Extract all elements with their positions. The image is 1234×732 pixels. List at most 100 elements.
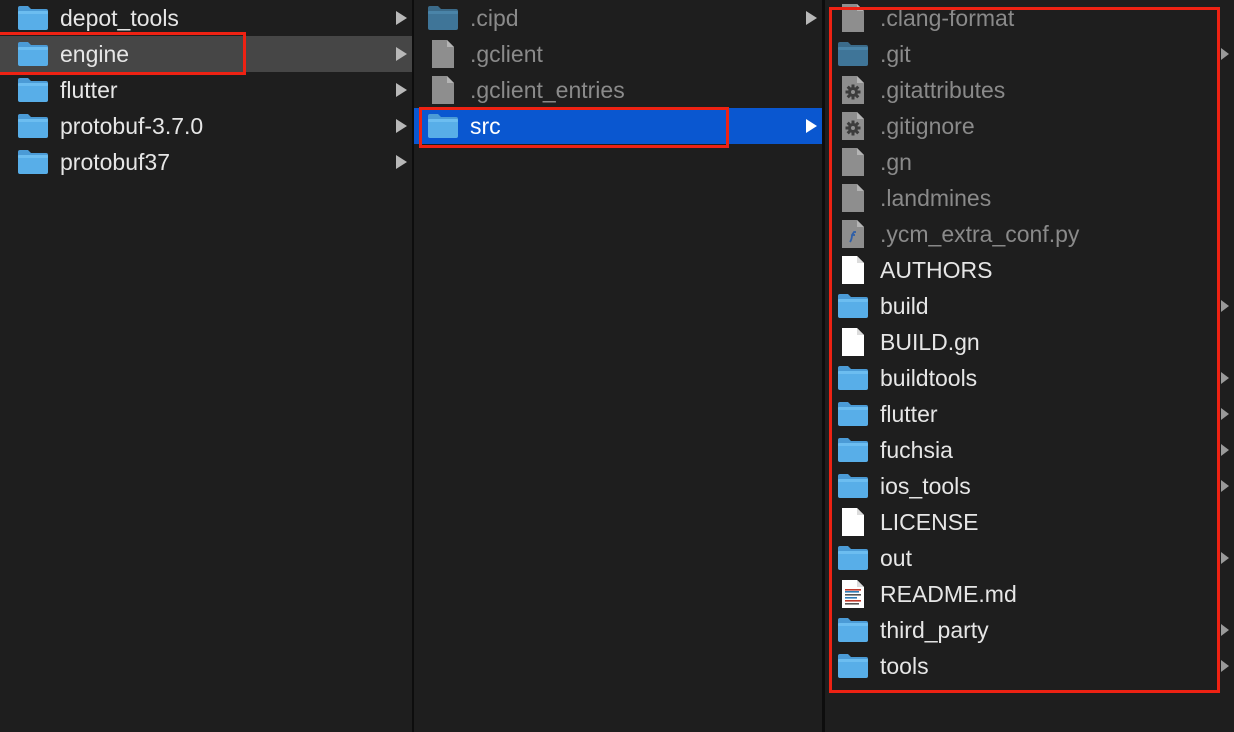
item-name: .ycm_extra_conf.py [880, 220, 1080, 247]
document-icon [427, 40, 459, 68]
file-row[interactable]: LICENSE [825, 504, 1234, 540]
item-name: LICENSE [880, 508, 979, 535]
disclosure-arrow-icon[interactable] [396, 119, 407, 133]
file-row[interactable]: .gitattributes [825, 72, 1234, 108]
item-name: .gclient [470, 40, 543, 67]
document-icon [837, 256, 869, 284]
file-row[interactable]: .gitignore [825, 108, 1234, 144]
folder-row[interactable]: third_party [825, 612, 1234, 648]
disclosure-arrow-icon[interactable] [1221, 480, 1229, 492]
folder-row[interactable]: build [825, 288, 1234, 324]
document-icon [837, 148, 869, 176]
file-row[interactable]: .ycm_extra_conf.py [825, 216, 1234, 252]
folder-row[interactable]: engine [0, 36, 412, 72]
item-name: build [880, 292, 929, 319]
folder-icon [427, 4, 459, 32]
folder-icon [17, 4, 49, 32]
document-icon [837, 184, 869, 212]
disclosure-arrow-icon[interactable] [1221, 552, 1229, 564]
disclosure-arrow-icon[interactable] [396, 155, 407, 169]
item-name: ios_tools [880, 472, 971, 499]
item-name: buildtools [880, 364, 978, 391]
file-row[interactable]: .landmines [825, 180, 1234, 216]
item-name: BUILD.gn [880, 328, 980, 355]
item-name: fuchsia [880, 436, 953, 463]
settings-file-icon [837, 76, 869, 104]
disclosure-arrow-icon[interactable] [1221, 300, 1229, 312]
file-row[interactable]: BUILD.gn [825, 324, 1234, 360]
disclosure-arrow-icon[interactable] [396, 11, 407, 25]
item-name: tools [880, 652, 929, 679]
disclosure-arrow-icon[interactable] [1221, 372, 1229, 384]
folder-icon [17, 148, 49, 176]
document-icon [427, 76, 459, 104]
item-name: depot_tools [60, 4, 179, 31]
document-icon [837, 328, 869, 356]
folder-row[interactable]: ios_tools [825, 468, 1234, 504]
file-row[interactable]: AUTHORS [825, 252, 1234, 288]
item-name: src [470, 112, 501, 139]
folder-icon [837, 40, 869, 68]
folder-row[interactable]: .git [825, 36, 1234, 72]
item-name: .clang-format [880, 4, 1015, 31]
disclosure-arrow-icon[interactable] [1221, 48, 1229, 60]
item-name: protobuf37 [60, 148, 170, 175]
folder-icon [837, 364, 869, 392]
item-name: README.md [880, 580, 1017, 607]
folder-icon [837, 436, 869, 464]
folder-row[interactable]: protobuf37 [0, 144, 412, 180]
folder-icon [837, 400, 869, 428]
python-file-icon [837, 220, 869, 248]
folder-row[interactable]: fuchsia [825, 432, 1234, 468]
folder-icon [837, 652, 869, 680]
disclosure-arrow-icon[interactable] [1221, 408, 1229, 420]
folder-row[interactable]: flutter [0, 72, 412, 108]
disclosure-arrow-icon[interactable] [806, 119, 817, 133]
document-icon [837, 4, 869, 32]
finder-column-browser: depot_toolsengine flutter protobuf-3.7.0 pr… [0, 0, 1234, 732]
folder-row[interactable]: .cipd [414, 0, 822, 36]
folder-icon [17, 112, 49, 140]
column-2[interactable]: .cipd .gclient .gclient_entriessrc [414, 0, 822, 732]
folder-row[interactable]: tools [825, 648, 1234, 684]
disclosure-arrow-icon[interactable] [396, 83, 407, 97]
item-name: .landmines [880, 184, 992, 211]
file-row[interactable]: .clang-format [825, 0, 1234, 36]
folder-icon [837, 292, 869, 320]
item-name: engine [60, 40, 130, 67]
item-name: .git [880, 40, 911, 67]
disclosure-arrow-icon[interactable] [396, 47, 407, 61]
file-row[interactable]: .gclient_entries [414, 72, 822, 108]
folder-icon [837, 544, 869, 572]
item-name: flutter [880, 400, 938, 427]
folder-icon [17, 40, 49, 68]
folder-icon [837, 616, 869, 644]
folder-row[interactable]: buildtools [825, 360, 1234, 396]
item-name: out [880, 544, 912, 571]
folder-icon [837, 472, 869, 500]
item-name: .cipd [470, 4, 519, 31]
file-row[interactable]: .gn [825, 144, 1234, 180]
folder-icon [17, 76, 49, 104]
folder-row[interactable]: flutter [825, 396, 1234, 432]
disclosure-arrow-icon[interactable] [1221, 444, 1229, 456]
file-row[interactable]: .gclient [414, 36, 822, 72]
item-name: .gn [880, 148, 912, 175]
settings-file-icon [837, 112, 869, 140]
disclosure-arrow-icon[interactable] [806, 11, 817, 25]
column-1[interactable]: depot_toolsengine flutter protobuf-3.7.0 pr… [0, 0, 412, 732]
folder-row[interactable]: depot_tools [0, 0, 412, 36]
item-name: .gclient_entries [470, 76, 625, 103]
item-name: protobuf-3.7.0 [60, 112, 204, 139]
item-name: .gitattributes [880, 76, 1006, 103]
markdown-file-icon [837, 580, 869, 608]
folder-row[interactable]: out [825, 540, 1234, 576]
disclosure-arrow-icon[interactable] [1221, 660, 1229, 672]
folder-row[interactable]: protobuf-3.7.0 [0, 108, 412, 144]
folder-row[interactable]: src [414, 108, 822, 144]
item-name: .gitignore [880, 112, 975, 139]
folder-icon [427, 112, 459, 140]
column-3[interactable]: .clang-format .git .gitattributes .gitignor… [825, 0, 1234, 732]
disclosure-arrow-icon[interactable] [1221, 624, 1229, 636]
file-row[interactable]: README.md [825, 576, 1234, 612]
